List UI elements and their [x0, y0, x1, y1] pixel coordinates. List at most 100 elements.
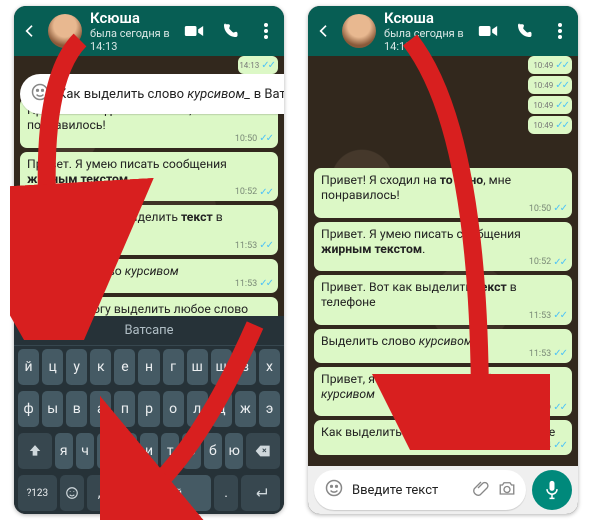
key-и[interactable]: и	[140, 433, 158, 469]
message-time: 10:50	[235, 134, 257, 145]
message-bubble[interactable]: Привет! Я сходил на то кино, мне понрави…	[314, 168, 572, 218]
keyboard-suggestion[interactable]: Ватсапе	[14, 316, 284, 346]
symbols-key[interactable]: ?123	[18, 475, 57, 511]
key-п[interactable]: п	[114, 391, 135, 427]
message-time: 11:53	[529, 349, 551, 360]
message-time: 10:50	[529, 204, 551, 215]
back-icon[interactable]	[22, 23, 40, 39]
message-time: 14:06	[529, 402, 551, 413]
key-я[interactable]: я	[55, 433, 73, 469]
composer-row: Введите текст	[308, 466, 578, 514]
message-bubble[interactable]: Привет. Я умею писать сообщения жирным т…	[20, 152, 278, 202]
attach-icon[interactable]	[472, 479, 490, 501]
message-bubble[interactable]: Выделить слово курсивом11:53✓✓	[314, 329, 572, 363]
back-icon[interactable]	[316, 23, 334, 39]
emoji-key[interactable]	[60, 475, 84, 511]
contact-name[interactable]: Ксюша	[384, 9, 470, 27]
message-time: 14:14	[529, 441, 551, 452]
key-н[interactable]: н	[138, 349, 159, 385]
message-time: 10:52	[529, 257, 551, 268]
message-time: 11:53	[529, 311, 551, 322]
shift-key[interactable]	[18, 433, 52, 469]
backspace-key[interactable]	[246, 433, 280, 469]
key-ж[interactable]: ж	[235, 391, 256, 427]
chat-header: Ксюша была сегодня в 14:13	[308, 6, 578, 56]
key-т[interactable]: т	[161, 433, 179, 469]
key-ы[interactable]: ы	[42, 391, 63, 427]
key-к[interactable]: к	[90, 349, 111, 385]
key-ф[interactable]: ф	[18, 391, 39, 427]
key-в[interactable]: в	[66, 391, 87, 427]
input-placeholder: Введите текст	[352, 483, 464, 498]
key-э[interactable]: э	[259, 391, 280, 427]
read-ticks-icon: ✓✓	[553, 257, 566, 270]
video-call-icon[interactable]	[478, 21, 498, 41]
message-bubble[interactable]: Выделить слово курсивом11:53✓✓	[20, 259, 278, 293]
voice-button[interactable]	[532, 470, 572, 510]
voice-call-icon[interactable]	[514, 21, 534, 41]
avatar[interactable]	[48, 14, 82, 48]
composer-row: Как выделить слово курсивом_ в Ватсапе	[14, 70, 284, 118]
chat-area[interactable]: 14:13✓✓ Привет! Я сходил на то кино, мне…	[14, 56, 284, 316]
read-ticks-icon: ✓✓	[553, 440, 566, 453]
period-key[interactable]: .	[214, 475, 238, 511]
emoji-icon[interactable]	[324, 478, 344, 502]
key-ю[interactable]: ю	[225, 433, 243, 469]
message-bubble[interactable]: Привет. Вот как выделить текст в телефон…	[314, 275, 572, 325]
input-text: Как выделить слово курсивом_ в Ватсапе	[58, 87, 284, 102]
key-ь[interactable]: ь	[182, 433, 200, 469]
avatar[interactable]	[342, 14, 376, 48]
message-time: 11:53	[235, 279, 257, 290]
key-г[interactable]: г	[163, 349, 184, 385]
message-bubble[interactable]: Привет, я могу выделить любое слово курс…	[20, 297, 278, 316]
message-time: 10:52	[235, 187, 257, 198]
chat-area[interactable]: 10:49✓✓ 10:49✓✓ 10:49✓✓ 10:49✓✓ Привет! …	[308, 56, 578, 470]
key-б[interactable]: б	[204, 433, 222, 469]
key-о[interactable]: о	[163, 391, 184, 427]
message-bubble[interactable]: Привет, я могу выделить любое слово курс…	[314, 367, 572, 417]
message-input[interactable]: Введите текст	[314, 470, 526, 510]
space-key[interactable]: Русский	[114, 475, 211, 511]
key-ц[interactable]: ц	[42, 349, 63, 385]
key-л[interactable]: л	[187, 391, 208, 427]
key-д[interactable]: д	[211, 391, 232, 427]
enter-key[interactable]	[241, 475, 280, 511]
comma-key[interactable]: ,	[87, 475, 111, 511]
more-icon[interactable]	[550, 21, 570, 41]
key-й[interactable]: й	[18, 349, 39, 385]
read-ticks-icon: ✓✓	[553, 348, 566, 361]
key-у[interactable]: у	[66, 349, 87, 385]
message-time: 11:53	[235, 241, 257, 252]
key-ч[interactable]: ч	[76, 433, 94, 469]
read-ticks-icon: ✓✓	[553, 203, 566, 216]
voice-call-icon[interactable]	[220, 21, 240, 41]
keyboard: Ватсапе йцукенгшщзх фывапролджэ ячсмитьб…	[14, 316, 284, 514]
message-bubble[interactable]: Привет. Я умею писать сообщения жирным т…	[314, 222, 572, 272]
read-ticks-icon: ✓✓	[259, 133, 272, 146]
key-е[interactable]: е	[114, 349, 135, 385]
key-ш[interactable]: ш	[187, 349, 208, 385]
key-щ[interactable]: щ	[211, 349, 232, 385]
key-м[interactable]: м	[119, 433, 137, 469]
read-ticks-icon: ✓✓	[259, 240, 272, 253]
key-х[interactable]: х	[259, 349, 280, 385]
message-input[interactable]: Как выделить слово курсивом_ в Ватсапе	[20, 74, 284, 114]
emoji-icon[interactable]	[30, 82, 50, 106]
read-ticks-icon: ✓✓	[259, 278, 272, 291]
last-seen: была сегодня в 14:13	[384, 27, 470, 53]
more-icon[interactable]	[256, 21, 276, 41]
chat-header: Ксюша была сегодня в 14:13	[14, 6, 284, 56]
message-bubble[interactable]: Как выделить слово курсивом в Ватсапе14:…	[314, 420, 572, 454]
message-list: Привет! Я сходил на то кино, мне понрави…	[308, 56, 578, 470]
phone-right: Ксюша была сегодня в 14:13 10:49✓✓ 10:49…	[308, 6, 578, 514]
camera-icon[interactable]	[498, 480, 516, 500]
key-р[interactable]: р	[138, 391, 159, 427]
key-с[interactable]: с	[97, 433, 115, 469]
key-з[interactable]: з	[235, 349, 256, 385]
read-ticks-icon: ✓✓	[259, 187, 272, 200]
contact-name[interactable]: Ксюша	[90, 9, 176, 27]
message-bubble[interactable]: Привет. Вот как выделить текст в телефон…	[20, 205, 278, 255]
last-seen: была сегодня в 14:13	[90, 27, 176, 53]
key-а[interactable]: а	[90, 391, 111, 427]
video-call-icon[interactable]	[184, 21, 204, 41]
